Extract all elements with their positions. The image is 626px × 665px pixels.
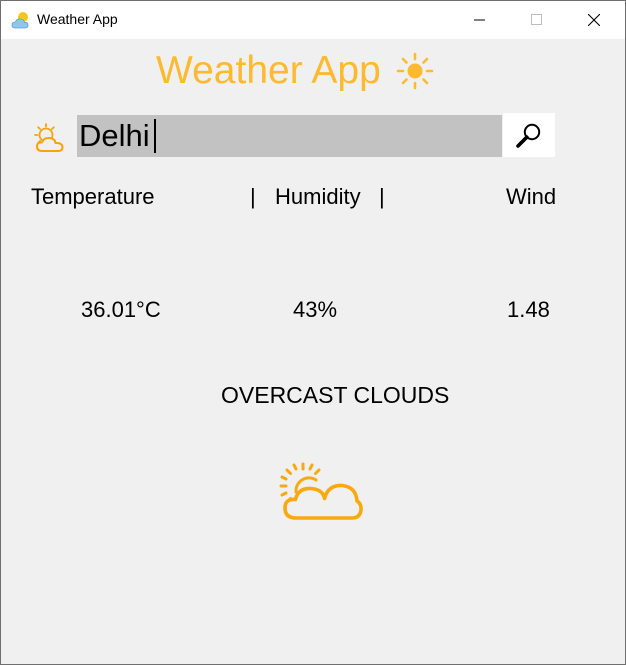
- wind-label: Wind: [506, 184, 557, 209]
- maximize-icon: [531, 14, 542, 25]
- title-bar[interactable]: Weather App: [1, 1, 625, 39]
- sun-icon: [396, 52, 434, 90]
- window-title: Weather App: [37, 11, 118, 27]
- temperature-value: 36.01°C: [81, 297, 161, 322]
- label-separator: |: [250, 184, 256, 209]
- humidity-label: Humidity: [275, 184, 361, 209]
- close-icon: [588, 14, 600, 26]
- label-separator: |: [379, 184, 385, 209]
- close-button[interactable]: [571, 1, 617, 39]
- app-window: Weather App Weather App Delhi Temperatur…: [0, 0, 626, 665]
- temperature-label: Temperature: [31, 184, 155, 209]
- magnifier-icon: [516, 123, 541, 148]
- text-cursor: [154, 119, 156, 153]
- weather-cloud-sun-icon: [11, 12, 29, 29]
- maximize-button[interactable]: [514, 1, 560, 39]
- city-search-value: Delhi: [79, 118, 150, 153]
- weather-description: OVERCAST CLOUDS: [221, 382, 450, 408]
- minimize-button[interactable]: [457, 1, 503, 39]
- wind-value: 1.48: [507, 297, 550, 322]
- app-heading: Weather App: [156, 49, 381, 92]
- humidity-value: 43%: [293, 297, 338, 322]
- city-search-input[interactable]: Delhi: [77, 115, 502, 157]
- search-button[interactable]: [503, 113, 555, 157]
- cloud-sun-icon: [279, 462, 363, 520]
- cloud-sun-icon: [34, 123, 64, 152]
- minimize-icon: [474, 19, 485, 21]
